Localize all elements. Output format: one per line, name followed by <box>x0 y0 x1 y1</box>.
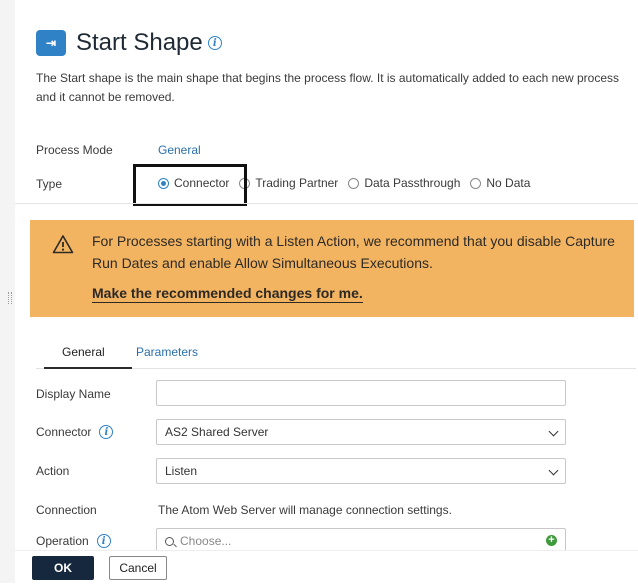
radio-no-data[interactable]: No Data <box>470 176 530 190</box>
chevron-down-icon <box>548 465 559 476</box>
left-panel-edge <box>0 0 15 583</box>
description-text: The Start shape is the main shape that b… <box>36 71 619 104</box>
action-select-value: Listen <box>165 464 198 478</box>
info-icon[interactable]: i <box>207 36 222 50</box>
connector-select[interactable]: AS2 Shared Server <box>156 419 566 445</box>
warning-banner: For Processes starting with a Listen Act… <box>30 220 634 317</box>
action-label-text: Action <box>36 464 70 478</box>
display-name-label-text: Display Name <box>36 387 111 401</box>
tab-bar: General Parameters <box>36 338 636 369</box>
process-mode-label: Process Mode <box>36 143 113 157</box>
display-name-label: Display Name <box>36 387 111 401</box>
recommended-changes-link[interactable]: Make the recommended changes for me. <box>92 284 363 303</box>
connector-label-text: Connector <box>36 425 92 439</box>
radio-data-passthrough[interactable]: Data Passthrough <box>348 176 460 190</box>
type-label: Type <box>36 177 63 191</box>
ok-button[interactable]: OK <box>32 556 94 580</box>
cancel-button[interactable]: Cancel <box>109 556 167 580</box>
chevron-down-icon <box>548 426 559 437</box>
display-name-input[interactable] <box>156 380 566 406</box>
operation-info-icon[interactable]: i <box>96 534 111 548</box>
add-operation-icon[interactable]: + <box>546 535 557 546</box>
connection-info-text: The Atom Web Server will manage connecti… <box>158 503 452 517</box>
connector-select-value: AS2 Shared Server <box>165 425 269 439</box>
radio-trading-partner[interactable]: Trading Partner <box>239 176 338 190</box>
search-icon <box>165 536 174 546</box>
radio-data-passthrough-icon[interactable] <box>348 177 360 189</box>
resize-grip-icon[interactable] <box>8 292 12 304</box>
operation-label: Operation i <box>36 534 111 548</box>
action-label: Action <box>36 464 69 478</box>
radio-no-data-icon[interactable] <box>470 177 482 189</box>
radio-data-passthrough-label: Data Passthrough <box>364 176 461 190</box>
warning-icon <box>52 235 74 254</box>
action-select[interactable]: Listen <box>156 458 566 484</box>
tab-parameters[interactable]: Parameters <box>136 345 198 359</box>
radio-trading-partner-label: Trading Partner <box>255 176 339 190</box>
warning-text: For Processes starting with a Listen Act… <box>92 233 615 271</box>
page-title: Start Shape <box>76 29 203 56</box>
tab-general[interactable]: General <box>62 345 105 359</box>
dialog-footer: OK Cancel <box>15 550 638 584</box>
operation-placeholder: Choose... <box>180 534 232 548</box>
connection-label-text: Connection <box>36 503 97 517</box>
connection-label: Connection <box>36 503 97 517</box>
active-tab-indicator <box>44 367 132 369</box>
process-mode-value: General <box>158 143 201 157</box>
section-divider <box>15 203 638 204</box>
start-shape-icon: ⇥ <box>36 30 66 56</box>
connector-label: Connector i <box>36 425 114 439</box>
connector-info-icon[interactable]: i <box>99 425 114 439</box>
operation-label-text: Operation <box>36 534 89 548</box>
annotation-highlight-box <box>133 164 247 206</box>
dialog-header: ⇥ Start Shape i <box>36 28 222 58</box>
radio-no-data-label: No Data <box>486 176 531 190</box>
